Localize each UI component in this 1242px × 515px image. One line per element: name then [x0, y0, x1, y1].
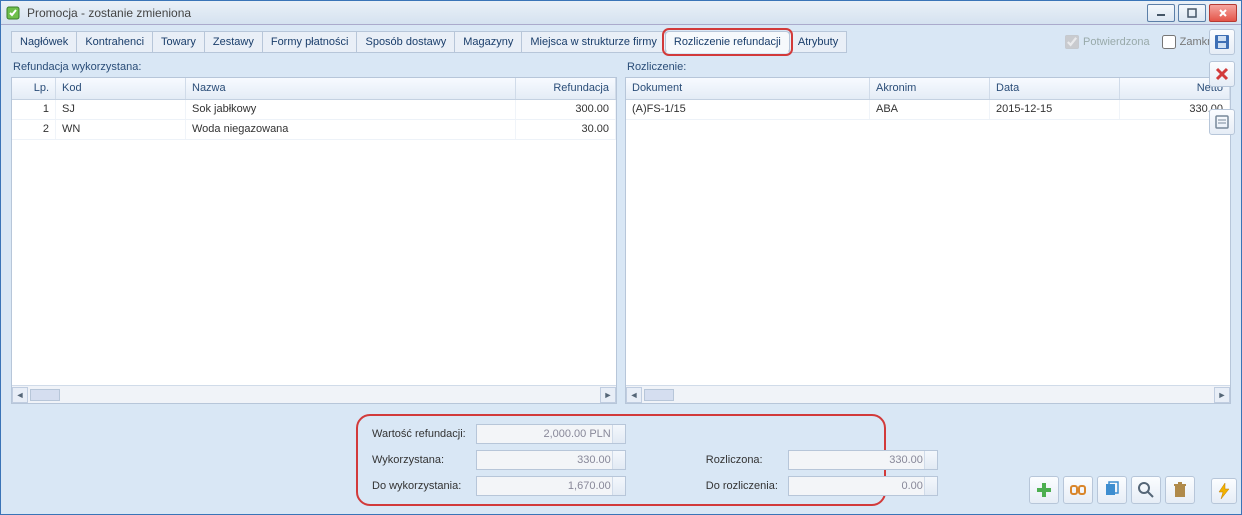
cell-lp: 2	[12, 120, 56, 139]
right-grid-header: Dokument Akronim Data Netto	[626, 78, 1230, 100]
right-grid: Dokument Akronim Data Netto (A)FS-1/15AB…	[625, 77, 1231, 404]
lookup-button[interactable]	[1131, 476, 1161, 504]
left-grid-body[interactable]: 1SJSok jabłkowy300.002WNWoda niegazowana…	[12, 100, 616, 385]
col-nazwa[interactable]: Nazwa	[186, 78, 516, 99]
rozliczona-label: Rozliczona:	[706, 454, 778, 466]
content-area: NagłówekKontrahenciTowaryZestawyFormy pł…	[1, 25, 1241, 514]
cell-nazwa: Sok jabłkowy	[186, 100, 516, 119]
scroll-thumb[interactable]	[644, 389, 674, 401]
maximize-button[interactable]	[1178, 4, 1206, 22]
panes: Refundacja wykorzystana: Lp. Kod Nazwa R…	[11, 59, 1231, 404]
tab-miejsca-w-strukturze-firmy[interactable]: Miejsca w strukturze firmy	[521, 31, 666, 53]
tab-rozliczenie-refundacji[interactable]: Rozliczenie refundacji	[665, 31, 790, 53]
table-row[interactable]: 2WNWoda niegazowana30.00	[12, 120, 616, 140]
potwierdzona-label: Potwierdzona	[1083, 36, 1150, 48]
wykorzystana-label: Wykorzystana:	[372, 454, 466, 466]
scroll-thumb[interactable]	[30, 389, 60, 401]
add-button[interactable]	[1029, 476, 1059, 504]
table-row[interactable]: (A)FS-1/15ABA2015-12-15330.00	[626, 100, 1230, 120]
cancel-button[interactable]	[1209, 61, 1235, 87]
summary-box: Wartość refundacji: 2,000.00 PLN Wykorzy…	[356, 414, 886, 506]
col-refund[interactable]: Refundacja	[516, 78, 616, 99]
right-pane: Rozliczenie: Dokument Akronim Data Netto…	[625, 59, 1231, 404]
scroll-right-icon[interactable]: ►	[600, 387, 616, 403]
minimize-button[interactable]	[1147, 4, 1175, 22]
cell-lp: 1	[12, 100, 56, 119]
do-wykorzystania-value: 1,670.00	[476, 476, 626, 496]
promotion-window: Promocja - zostanie zmieniona NagłówekKo…	[0, 0, 1242, 515]
col-lp[interactable]: Lp.	[12, 78, 56, 99]
wartosc-refund-label: Wartość refundacji:	[372, 428, 466, 440]
col-data[interactable]: Data	[990, 78, 1120, 99]
do-rozliczenia-label: Do rozliczenia:	[706, 480, 778, 492]
tab-atrybuty[interactable]: Atrybuty	[789, 31, 847, 53]
cell-refund: 300.00	[516, 100, 616, 119]
footer-toolbar	[1029, 476, 1195, 504]
tabs: NagłówekKontrahenciTowaryZestawyFormy pł…	[11, 31, 846, 53]
cell-nazwa: Woda niegazowana	[186, 120, 516, 139]
table-row[interactable]: 1SJSok jabłkowy300.00	[12, 100, 616, 120]
right-grid-hscroll[interactable]: ◄ ►	[626, 385, 1230, 403]
cell-kod: SJ	[56, 100, 186, 119]
right-sidebar	[1207, 29, 1237, 135]
cell-kod: WN	[56, 120, 186, 139]
do-wykorzystania-label: Do wykorzystania:	[372, 480, 466, 492]
potwierdzona-checkbox: Potwierdzona	[1065, 35, 1150, 49]
right-pane-title: Rozliczenie:	[627, 61, 1231, 73]
close-button[interactable]	[1209, 4, 1237, 22]
right-grid-body[interactable]: (A)FS-1/15ABA2015-12-15330.00	[626, 100, 1230, 385]
left-pane: Refundacja wykorzystana: Lp. Kod Nazwa R…	[11, 59, 617, 404]
tab-towary[interactable]: Towary	[152, 31, 205, 53]
scroll-right-icon[interactable]: ►	[1214, 387, 1230, 403]
tab-zestawy[interactable]: Zestawy	[204, 31, 263, 53]
do-rozliczenia-value: 0.00	[788, 476, 938, 496]
rozliczona-value: 330.00	[788, 450, 938, 470]
action-button[interactable]	[1211, 478, 1237, 504]
tab-kontrahenci[interactable]: Kontrahenci	[76, 31, 153, 53]
tab-magazyny[interactable]: Magazyny	[454, 31, 522, 53]
col-dokument[interactable]: Dokument	[626, 78, 870, 99]
scroll-left-icon[interactable]: ◄	[12, 387, 28, 403]
link-button[interactable]	[1063, 476, 1093, 504]
scroll-left-icon[interactable]: ◄	[626, 387, 642, 403]
cell-refund: 30.00	[516, 120, 616, 139]
app-icon	[5, 5, 21, 21]
copy-button[interactable]	[1097, 476, 1127, 504]
cell-data: 2015-12-15	[990, 100, 1120, 119]
tab-formy-p-atno-ci[interactable]: Formy płatności	[262, 31, 358, 53]
titlebar: Promocja - zostanie zmieniona	[1, 1, 1241, 25]
left-grid-header: Lp. Kod Nazwa Refundacja	[12, 78, 616, 100]
wykorzystana-value: 330.00	[476, 450, 626, 470]
save-button[interactable]	[1209, 29, 1235, 55]
left-pane-title: Refundacja wykorzystana:	[13, 61, 617, 73]
cell-akronim: ABA	[870, 100, 990, 119]
left-grid: Lp. Kod Nazwa Refundacja 1SJSok jabłkowy…	[11, 77, 617, 404]
wartosc-refund-value: 2,000.00 PLN	[476, 424, 626, 444]
notes-button[interactable]	[1209, 109, 1235, 135]
tab-spos-b-dostawy[interactable]: Sposób dostawy	[356, 31, 455, 53]
delete-button[interactable]	[1165, 476, 1195, 504]
cell-dokument: (A)FS-1/15	[626, 100, 870, 119]
top-row: NagłówekKontrahenciTowaryZestawyFormy pł…	[11, 31, 1231, 53]
col-akronim[interactable]: Akronim	[870, 78, 990, 99]
window-title: Promocja - zostanie zmieniona	[27, 6, 1147, 20]
tab-nag-wek[interactable]: Nagłówek	[11, 31, 77, 53]
left-grid-hscroll[interactable]: ◄ ►	[12, 385, 616, 403]
col-kod[interactable]: Kod	[56, 78, 186, 99]
